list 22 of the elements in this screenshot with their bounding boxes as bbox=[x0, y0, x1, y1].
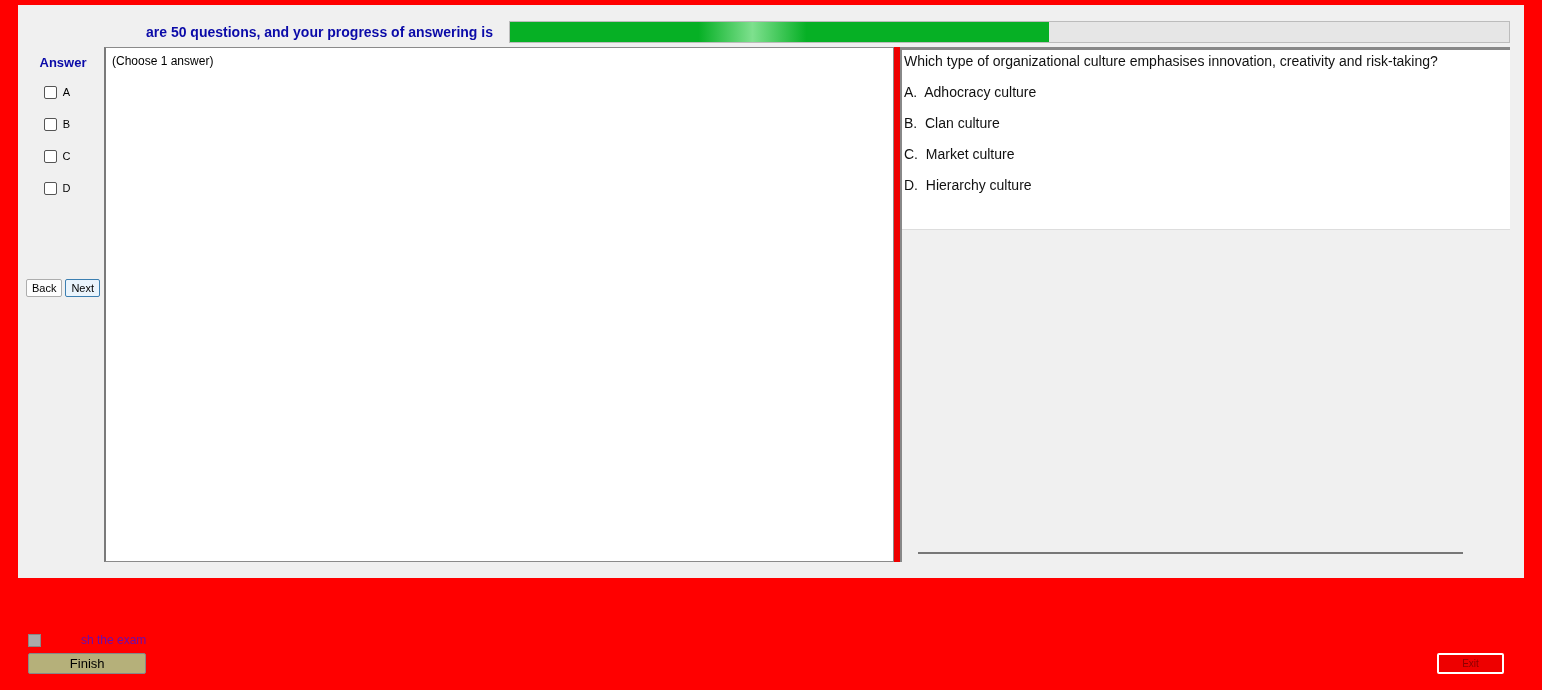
answer-checkbox[interactable] bbox=[43, 85, 57, 99]
nav-button[interactable]: Back bbox=[25, 279, 63, 297]
answer-choice: C. Market culture bbox=[904, 146, 1016, 162]
finish-button[interactable]: Finish bbox=[28, 653, 147, 674]
finish-checkbox[interactable] bbox=[28, 633, 41, 647]
question-text: Which type of organizational culture emphasises innovation, creativity and risk-taking? bbox=[904, 53, 1439, 69]
scrollbar[interactable] bbox=[918, 552, 1463, 554]
option-label: A bbox=[62, 86, 71, 98]
option-label: B bbox=[62, 118, 71, 130]
nav-button[interactable]: Next bbox=[65, 279, 101, 297]
answer-checkbox[interactable] bbox=[43, 181, 57, 195]
answer-choice: A. Adhocracy culture bbox=[904, 84, 1038, 100]
answer-checkbox[interactable] bbox=[43, 117, 57, 131]
answer-checkbox[interactable] bbox=[43, 149, 57, 163]
answer-choice: B. Clan culture bbox=[904, 115, 1001, 131]
answer-title: Answer bbox=[39, 55, 87, 70]
option-label: C bbox=[62, 150, 71, 162]
option-label: D bbox=[62, 182, 71, 194]
answer-text-area[interactable]: (Choose 1 answer) bbox=[104, 47, 894, 562]
progress-caption: are 50 questions, and your progress of answering is bbox=[146, 24, 493, 40]
answer-choice: D. Hierarchy culture bbox=[904, 177, 1033, 193]
finish-check-label: sh the exam bbox=[81, 633, 147, 647]
